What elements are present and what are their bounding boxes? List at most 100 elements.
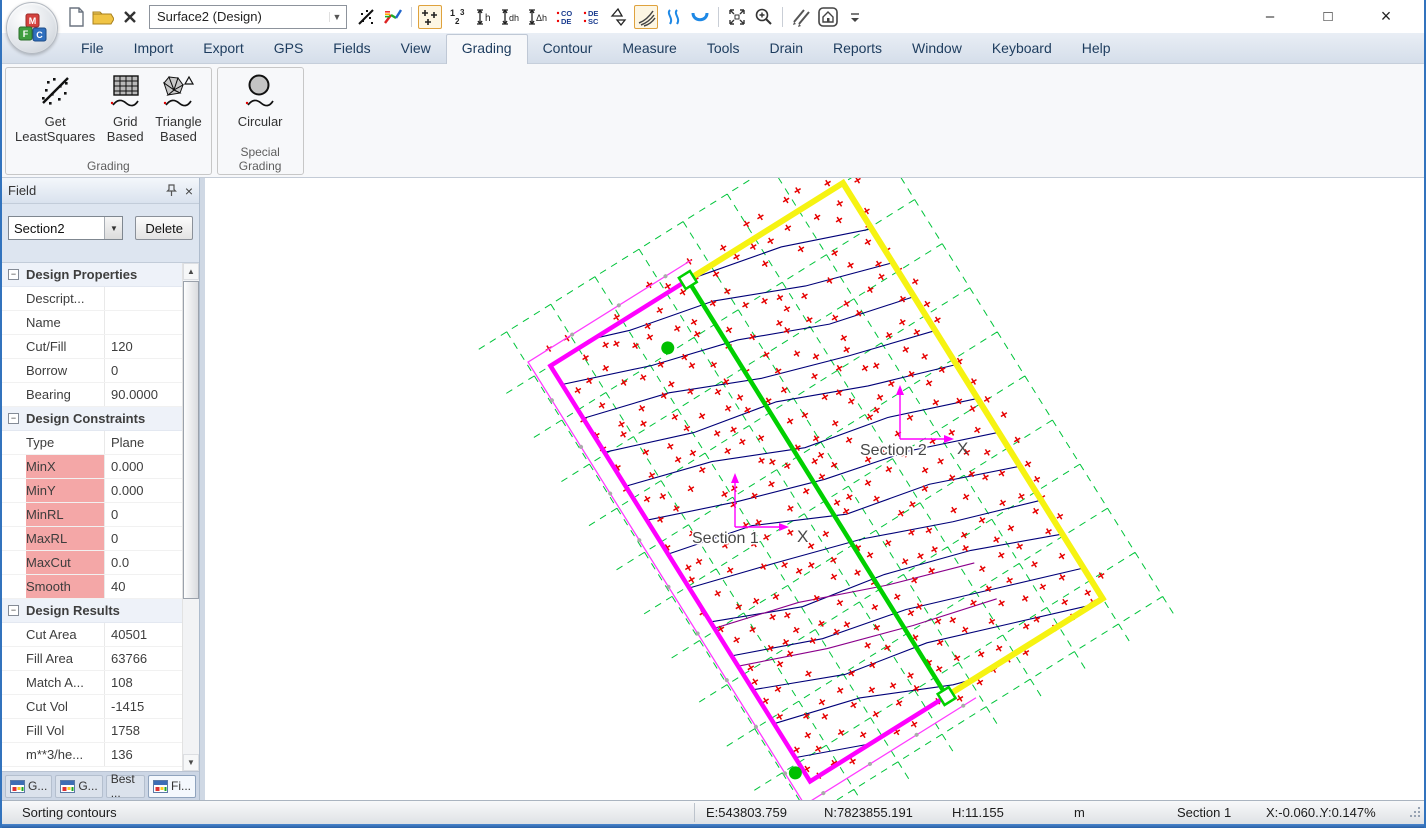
slope-hatch-icon[interactable] [789, 5, 813, 29]
scroll-down-icon[interactable]: ▼ [183, 754, 199, 771]
circular-button[interactable]: Circular [224, 71, 297, 130]
menu-tab-gps[interactable]: GPS [259, 35, 319, 63]
button-label: Get [44, 114, 66, 129]
property-value[interactable]: 0.000 [104, 479, 182, 502]
triangle-based-button[interactable]: Triangle Based [152, 71, 204, 145]
menu-tab-tools[interactable]: Tools [692, 35, 755, 63]
property-value[interactable]: -1415 [104, 695, 182, 718]
point-heights-icon[interactable]: h [472, 5, 496, 29]
drawing-canvas[interactable]: Section 1 X Section 2 X [205, 178, 1424, 800]
property-group-header[interactable]: − Design Constraints [2, 407, 182, 431]
section-selector-value: Section2 [14, 220, 65, 236]
surface-selector[interactable]: Surface2 (Design) ▼ [149, 4, 347, 29]
status-message: Sorting contours [22, 805, 117, 820]
property-value[interactable]: 0 [104, 359, 182, 382]
zoom-extents-icon[interactable] [725, 5, 749, 29]
drawing-tab[interactable]: G... [55, 774, 103, 798]
zoom-window-icon[interactable] [752, 5, 776, 29]
collapse-icon[interactable]: − [8, 269, 19, 280]
property-label: Match A... [26, 675, 84, 690]
scroll-up-icon[interactable]: ▲ [183, 263, 199, 280]
menu-tab-drain[interactable]: Drain [755, 35, 818, 63]
pin-icon[interactable] [165, 184, 177, 197]
grading-point[interactable] [659, 339, 677, 357]
menu-tab-file[interactable]: File [66, 35, 119, 63]
menu-tab-view[interactable]: View [386, 35, 446, 63]
menu-tab-keyboard[interactable]: Keyboard [977, 35, 1067, 63]
show-contours-icon[interactable] [634, 4, 658, 29]
get-leastsquares-button[interactable]: Get LeastSquares [12, 71, 98, 145]
app-logo-button[interactable]: M F C [6, 2, 58, 54]
show-points-icon[interactable] [418, 4, 442, 29]
dropdown-arrow-icon[interactable]: ▼ [104, 217, 123, 239]
menu-tab-measure[interactable]: Measure [607, 35, 691, 63]
minimize-button[interactable]: – [1248, 4, 1292, 30]
menu-tab-help[interactable]: Help [1067, 35, 1126, 63]
section-selector[interactable]: Section2 ▼ [8, 216, 124, 240]
collapse-icon[interactable]: − [8, 413, 19, 424]
grid-based-button[interactable]: Grid Based [102, 71, 148, 145]
dropdown-arrow-icon[interactable]: ▼ [329, 11, 344, 22]
close-drawing-icon[interactable] [118, 5, 142, 29]
toolbar-overflow-icon[interactable] [843, 5, 867, 29]
property-value[interactable]: 0 [104, 527, 182, 550]
drawing-tab[interactable]: G... [5, 774, 53, 798]
menu-tab-window[interactable]: Window [897, 35, 977, 63]
property-value[interactable]: 108 [104, 671, 182, 694]
design-heights-icon[interactable]: Δh [526, 5, 550, 29]
drawing-tab[interactable]: Fi... [148, 774, 196, 798]
property-value[interactable]: 0 [104, 503, 182, 526]
group-header-label: Design Results [26, 603, 120, 618]
property-grid-scrollbar[interactable]: ▲ ▼ [182, 263, 199, 771]
show-triangles-icon[interactable] [607, 5, 631, 29]
new-document-icon[interactable] [64, 5, 88, 29]
property-value[interactable]: 63766 [104, 647, 182, 670]
drawing-tab-icon [153, 779, 168, 793]
property-value[interactable]: 90.0000 [104, 383, 182, 406]
panel-close-icon[interactable]: × [185, 184, 193, 198]
property-value[interactable]: 0.0 [104, 551, 182, 574]
property-value[interactable]: Plane [104, 431, 182, 454]
property-value[interactable]: 0.000 [104, 455, 182, 478]
titlebar: M F C Surface2 (Design) ▼ 1 2 3 h dh Δh CO DE DE SC… [2, 0, 1424, 54]
scrollbar-thumb[interactable] [183, 281, 199, 599]
point-numbers-icon[interactable]: 123 [445, 5, 469, 29]
home-view-icon[interactable] [816, 5, 840, 29]
svg-text:dh: dh [509, 13, 519, 23]
property-value[interactable] [104, 311, 182, 334]
drawing-tab[interactable]: Best ... [105, 772, 145, 800]
menu-tab-contour[interactable]: Contour [528, 35, 608, 63]
property-value[interactable]: 120 [104, 335, 182, 358]
flow-lines-icon[interactable] [661, 5, 685, 29]
menu-tab-reports[interactable]: Reports [818, 35, 897, 63]
menu-tab-import[interactable]: Import [119, 35, 189, 63]
row-gutter [2, 359, 26, 382]
collapse-icon[interactable]: − [8, 605, 19, 616]
breakline-points-icon[interactable] [354, 5, 378, 29]
show-descriptions-icon[interactable]: DE SC [580, 5, 604, 29]
delta-heights-icon[interactable]: dh [499, 5, 523, 29]
property-value[interactable] [104, 287, 182, 310]
site-plan-svg[interactable]: Section 1 X Section 2 X [205, 178, 1424, 800]
property-group-header[interactable]: − Design Properties [2, 263, 182, 287]
section-line[interactable] [685, 278, 949, 698]
property-value[interactable]: 40501 [104, 623, 182, 646]
menu-tab-grading[interactable]: Grading [445, 34, 528, 64]
open-folder-icon[interactable] [91, 5, 115, 29]
resize-grip[interactable] [1410, 807, 1421, 818]
delete-button[interactable]: Delete [135, 216, 193, 240]
property-value[interactable]: 1758 [104, 719, 182, 742]
swale-icon[interactable] [688, 5, 712, 29]
svg-text:2: 2 [455, 17, 460, 26]
close-button[interactable]: × [1364, 4, 1408, 30]
property-value[interactable]: 40 [104, 575, 182, 598]
colored-profile-icon[interactable] [381, 5, 405, 29]
property-group-header[interactable]: − Design Results [2, 599, 182, 623]
menu-tab-export[interactable]: Export [188, 35, 258, 63]
property-value[interactable]: 136 [104, 743, 182, 766]
cut-boundary[interactable] [686, 178, 1107, 699]
menu-tab-fields[interactable]: Fields [318, 35, 385, 63]
status-elevation: H:11.155 [952, 805, 1004, 820]
show-codes-icon[interactable]: CO DE [553, 5, 577, 29]
maximize-button[interactable]: □ [1306, 4, 1350, 30]
